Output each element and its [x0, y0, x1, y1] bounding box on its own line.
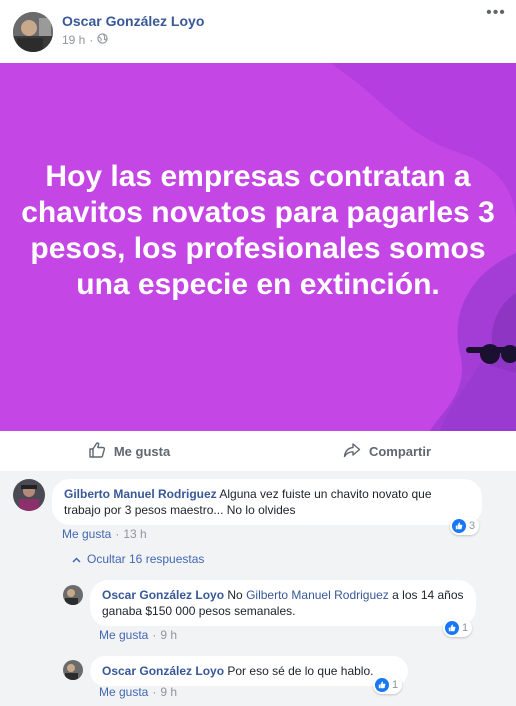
- post-text: Hoy las empresas contratan a chavitos no…: [21, 160, 495, 301]
- share-arrow-icon: [343, 441, 361, 462]
- comment-like-link[interactable]: Me gusta: [62, 527, 111, 541]
- hide-replies-label: Ocultar 16 respuestas: [87, 552, 205, 566]
- share-button[interactable]: Compartir: [258, 431, 516, 471]
- reaction-number: 3: [469, 520, 476, 532]
- more-options-icon[interactable]: •••: [486, 5, 506, 24]
- reply-text: Por eso sé de lo que hablo.: [224, 664, 374, 678]
- post-background-banner: Hoy las empresas contratan a chavitos no…: [0, 63, 516, 431]
- reply-time[interactable]: 9 h: [160, 628, 177, 642]
- reply-like-link[interactable]: Me gusta: [99, 628, 148, 642]
- globe-icon: [97, 33, 109, 47]
- reply-like-link[interactable]: Me gusta: [99, 685, 148, 699]
- chevron-up-icon: [72, 552, 81, 566]
- reply-author[interactable]: Oscar González Loyo: [102, 588, 224, 602]
- comment-actions: Me gusta · 13 h: [62, 527, 147, 541]
- reply-reaction-count[interactable]: 1: [373, 676, 403, 694]
- post-author-name[interactable]: Oscar González Loyo: [62, 13, 204, 29]
- post-time[interactable]: 19 h: [62, 33, 85, 47]
- reply-author[interactable]: Oscar González Loyo: [102, 664, 224, 678]
- reaction-count[interactable]: 3: [450, 517, 480, 535]
- like-button[interactable]: Me gusta: [0, 431, 258, 471]
- reaction-number: 1: [392, 679, 399, 691]
- reply-time[interactable]: 9 h: [160, 685, 177, 699]
- meta-separator: ·: [89, 33, 94, 47]
- author-avatar[interactable]: [13, 12, 53, 52]
- thumbs-up-icon: [88, 441, 106, 462]
- commenter-avatar[interactable]: [13, 479, 45, 511]
- hide-replies-link[interactable]: Ocultar 16 respuestas: [72, 552, 204, 566]
- comment-time[interactable]: 13 h: [123, 527, 146, 541]
- post-header: Oscar González Loyo 19 h · •••: [0, 0, 516, 62]
- reply-reaction-count[interactable]: 1: [443, 619, 473, 637]
- reply-author-avatar[interactable]: [63, 585, 83, 605]
- like-reaction-icon: [445, 621, 459, 635]
- like-reaction-icon: [375, 678, 389, 692]
- comment-bubble: Gilberto Manuel Rodriguez Alguna vez fui…: [52, 479, 482, 525]
- reply-author-avatar[interactable]: [63, 660, 83, 680]
- post-meta: 19 h ·: [62, 33, 109, 47]
- reply-actions: Me gusta · 9 h: [99, 628, 177, 642]
- dot-separator: ·: [115, 527, 120, 541]
- reply-actions: Me gusta · 9 h: [99, 685, 177, 699]
- post-action-bar: Me gusta Compartir: [0, 431, 516, 471]
- like-reaction-icon: [452, 519, 466, 533]
- dot-separator: ·: [152, 685, 157, 699]
- reaction-number: 1: [462, 622, 469, 634]
- reply-bubble: Oscar González Loyo Por eso sé de lo que…: [90, 656, 408, 686]
- share-label: Compartir: [368, 443, 432, 459]
- reply-prefix: No: [224, 588, 247, 602]
- reply-mention[interactable]: Gilberto Manuel Rodriguez: [246, 588, 389, 602]
- like-label: Me gusta: [113, 443, 171, 459]
- reply-bubble: Oscar González Loyo No Gilberto Manuel R…: [90, 580, 476, 626]
- comment-author[interactable]: Gilberto Manuel Rodriguez: [64, 487, 217, 501]
- comments-section: Gilberto Manuel Rodriguez Alguna vez fui…: [0, 471, 516, 706]
- dot-separator: ·: [152, 628, 157, 642]
